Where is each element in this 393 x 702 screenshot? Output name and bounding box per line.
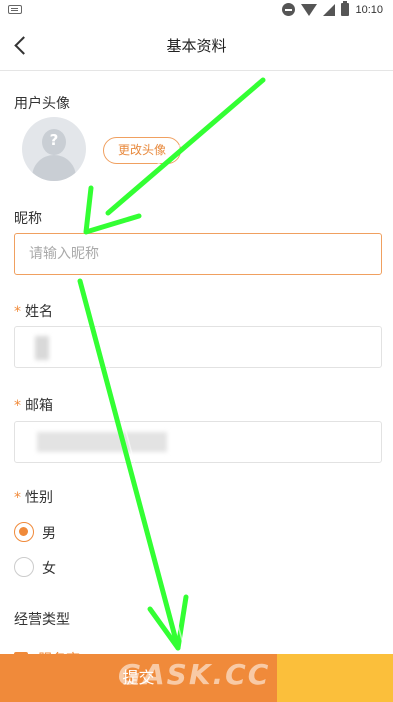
gender-option-female[interactable]: 女	[42, 558, 56, 578]
status-bar: 10:10	[0, 0, 393, 22]
battery-icon	[341, 1, 350, 16]
avatar-label: 用户头像	[14, 96, 70, 112]
email-label: * 邮箱	[14, 395, 53, 415]
redacted-email	[37, 432, 167, 452]
required-mark: *	[14, 490, 21, 506]
do-not-disturb-icon	[282, 3, 296, 16]
gender-option-male[interactable]: 男	[42, 523, 56, 543]
required-mark: *	[14, 304, 21, 320]
change-avatar-button[interactable]: 更改头像	[103, 137, 181, 164]
nickname-input[interactable]: 请输入昵称	[14, 233, 382, 275]
business-type-label: 经营类型	[14, 612, 70, 628]
footer-side-block	[277, 654, 393, 702]
email-input[interactable]	[14, 421, 382, 463]
page-title: 基本资料	[166, 37, 227, 55]
nickname-placeholder: 请输入昵称	[29, 246, 99, 262]
email-label-text: 邮箱	[25, 398, 53, 414]
name-input[interactable]	[14, 326, 382, 368]
status-time: 10:10	[355, 3, 383, 16]
nickname-label: 昵称	[14, 211, 42, 227]
required-mark: *	[14, 398, 21, 414]
nav-bar: 基本资料	[0, 22, 393, 71]
name-label: * 姓名	[14, 301, 53, 321]
gender-label: * 性别	[14, 487, 53, 507]
wifi-icon	[301, 3, 318, 16]
gender-radio-male[interactable]	[14, 522, 34, 542]
gender-label-text: 性别	[25, 490, 53, 506]
gender-radio-female[interactable]	[14, 557, 34, 577]
watermark: GASK.CC	[118, 658, 271, 691]
name-label-text: 姓名	[25, 304, 53, 320]
status-icons: 10:10	[282, 1, 383, 16]
arrow-to-nickname-head	[83, 185, 142, 235]
arrow-to-submit-head	[147, 594, 189, 651]
keyboard-icon	[8, 5, 22, 14]
avatar-question-mark: ?	[49, 131, 59, 149]
avatar-body-shape	[32, 155, 76, 181]
avatar[interactable]: ?	[22, 117, 86, 181]
redacted-name	[35, 336, 49, 360]
signal-icon	[323, 3, 336, 16]
